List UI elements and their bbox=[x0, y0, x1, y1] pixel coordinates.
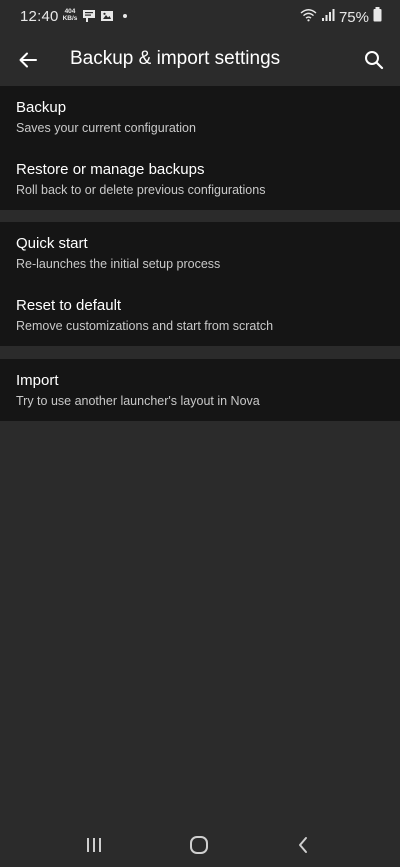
wifi-icon bbox=[300, 8, 317, 27]
home-button[interactable] bbox=[184, 830, 214, 860]
item-subtitle: Try to use another launcher's layout in … bbox=[16, 394, 260, 408]
settings-group-setup: Quick start Re-launches the initial setu… bbox=[0, 222, 400, 346]
app-bar: Backup & import settings bbox=[0, 34, 400, 86]
item-title: Reset to default bbox=[16, 297, 122, 314]
item-subtitle: Saves your current configuration bbox=[16, 121, 196, 135]
item-title: Backup bbox=[16, 99, 67, 116]
list-item-import[interactable]: Import Try to use another launcher's lay… bbox=[0, 359, 400, 421]
settings-group-backup: Backup Saves your current configuration … bbox=[0, 86, 400, 210]
item-subtitle: Re-launches the initial setup process bbox=[16, 257, 221, 271]
list-item-reset-default[interactable]: Reset to default Remove customizations a… bbox=[0, 284, 400, 346]
data-speed-value: 404 bbox=[64, 8, 76, 15]
recent-apps-button[interactable] bbox=[79, 830, 109, 860]
search-icon bbox=[365, 51, 384, 70]
navigation-bar bbox=[0, 820, 400, 867]
back-button[interactable] bbox=[14, 46, 42, 74]
item-title: Restore or manage backups bbox=[16, 161, 205, 178]
search-button[interactable] bbox=[360, 46, 388, 74]
nav-back-button[interactable] bbox=[288, 830, 318, 860]
item-title: Import bbox=[16, 372, 59, 389]
list-item-backup[interactable]: Backup Saves your current configuration bbox=[0, 86, 400, 148]
recent-apps-icon bbox=[87, 838, 101, 852]
status-bar: 12:40 404 KB/s 75% bbox=[0, 0, 400, 34]
item-subtitle: Roll back to or delete previous configur… bbox=[16, 183, 266, 197]
signal-icon bbox=[321, 8, 335, 27]
arrow-left-icon bbox=[19, 52, 37, 68]
status-time: 12:40 bbox=[20, 8, 59, 25]
settings-group-import: Import Try to use another launcher's lay… bbox=[0, 359, 400, 421]
list-item-restore-backups[interactable]: Restore or manage backups Roll back to o… bbox=[0, 148, 400, 210]
battery-icon bbox=[373, 7, 382, 27]
notification-dot bbox=[123, 14, 127, 18]
home-icon bbox=[190, 836, 208, 854]
image-icon bbox=[100, 9, 114, 28]
page-title: Backup & import settings bbox=[70, 48, 281, 69]
back-icon bbox=[299, 837, 307, 853]
list-item-quick-start[interactable]: Quick start Re-launches the initial setu… bbox=[0, 222, 400, 284]
data-speed-indicator: 404 KB/s bbox=[62, 8, 78, 22]
data-speed-unit: KB/s bbox=[62, 15, 78, 22]
item-title: Quick start bbox=[16, 235, 88, 252]
status-right-group: 75% bbox=[300, 7, 382, 27]
item-subtitle: Remove customizations and start from scr… bbox=[16, 319, 274, 333]
message-icon bbox=[82, 9, 96, 28]
battery-percent: 75% bbox=[338, 8, 369, 26]
